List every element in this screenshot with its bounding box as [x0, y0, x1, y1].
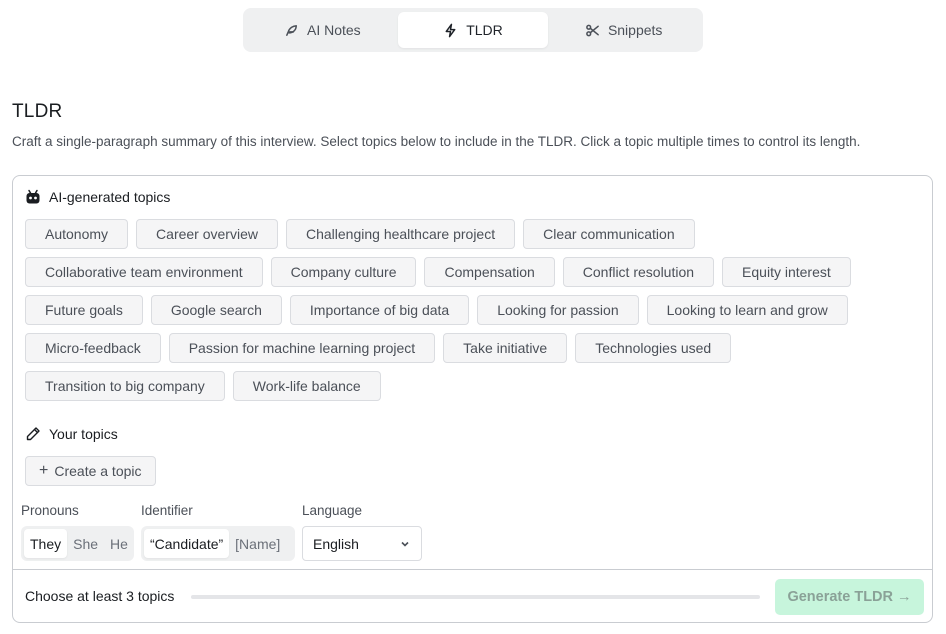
topic-chip[interactable]: Challenging healthcare project — [285, 219, 516, 249]
pronoun-option-they[interactable]: They — [24, 529, 68, 558]
tab-snippets[interactable]: Snippets — [548, 12, 699, 48]
pencil-icon — [26, 427, 40, 441]
page-description: Craft a single-paragraph summary of this… — [12, 134, 861, 149]
topic-row-5: Transition to big company Work-life bala… — [25, 371, 381, 401]
ai-topics-heading-label: AI-generated topics — [49, 189, 171, 205]
topic-chip[interactable]: Transition to big company — [25, 371, 225, 401]
tab-tldr-label: TLDR — [466, 22, 503, 38]
pronoun-option-he[interactable]: He — [104, 529, 134, 558]
topic-chip[interactable]: Google search — [150, 295, 282, 325]
topic-progress-bar — [191, 595, 760, 599]
tldr-panel: AI-generated topics Autonomy Career over… — [12, 175, 933, 623]
topic-row-4: Micro-feedback Passion for machine learn… — [25, 333, 732, 363]
generate-tldr-button[interactable]: Generate TLDR → — [775, 579, 924, 615]
identifier-option-name[interactable]: [Name] — [229, 529, 286, 558]
topic-chip[interactable]: Micro-feedback — [25, 333, 161, 363]
plus-icon: + — [39, 462, 49, 479]
topic-chip[interactable]: Career overview — [136, 219, 278, 249]
lightning-icon — [445, 23, 456, 37]
create-topic-button[interactable]: + Create a topic — [25, 456, 156, 486]
language-select-value: English — [313, 535, 359, 552]
pronoun-option-she[interactable]: She — [67, 529, 104, 558]
topic-requirement-status: Choose at least 3 topics — [25, 588, 175, 604]
topic-chip[interactable]: Take initiative — [443, 333, 568, 363]
topic-chip[interactable]: Importance of big data — [289, 295, 470, 325]
pronouns-toggle: They She He — [21, 526, 134, 561]
your-topics-heading-label: Your topics — [49, 426, 118, 442]
topic-row-2: Collaborative team environment Company c… — [25, 257, 851, 287]
robot-icon — [26, 189, 40, 204]
language-label: Language — [302, 503, 363, 518]
tab-ai-notes-label: AI Notes — [306, 22, 361, 38]
language-select[interactable]: English — [302, 526, 422, 561]
page-title: TLDR — [12, 101, 63, 122]
topic-chip[interactable]: Looking to learn and grow — [646, 295, 848, 325]
topic-chip[interactable]: Work-life balance — [232, 371, 381, 401]
your-topics-heading: Your topics — [25, 426, 118, 442]
identifier-label: Identifier — [141, 503, 193, 518]
topic-chip[interactable]: Autonomy — [25, 219, 129, 249]
tab-ai-notes[interactable]: AI Notes — [247, 12, 398, 48]
chevron-down-icon — [401, 541, 409, 547]
tab-tldr[interactable]: TLDR — [397, 12, 549, 48]
feather-icon — [286, 24, 297, 36]
topic-chip[interactable]: Clear communication — [523, 219, 695, 249]
tab-snippets-label: Snippets — [607, 22, 663, 38]
topic-chip[interactable]: Collaborative team environment — [25, 257, 263, 287]
ai-topics-heading: AI-generated topics — [25, 189, 170, 205]
topic-chip[interactable]: Looking for passion — [477, 295, 639, 325]
topic-chip[interactable]: Passion for machine learning project — [168, 333, 436, 363]
identifier-option-candidate[interactable]: “Candidate” — [144, 529, 230, 558]
topic-row-3: Future goals Google search Importance of… — [25, 295, 848, 325]
footer-divider — [13, 569, 932, 570]
scissors-icon — [586, 24, 599, 36]
topic-chip[interactable]: Equity interest — [722, 257, 851, 287]
pronouns-label: Pronouns — [21, 503, 79, 518]
topic-row-1: Autonomy Career overview Challenging hea… — [25, 219, 695, 249]
view-tabs: AI Notes TLDR Snippets — [243, 8, 703, 52]
topic-chip[interactable]: Conflict resolution — [562, 257, 715, 287]
topic-chip[interactable]: Technologies used — [575, 333, 732, 363]
topic-chip[interactable]: Company culture — [270, 257, 417, 287]
identifier-toggle: “Candidate” [Name] — [141, 526, 295, 561]
topic-chip[interactable]: Compensation — [424, 257, 555, 287]
create-topic-label: Create a topic — [54, 463, 142, 479]
topic-chip[interactable]: Future goals — [25, 295, 143, 325]
